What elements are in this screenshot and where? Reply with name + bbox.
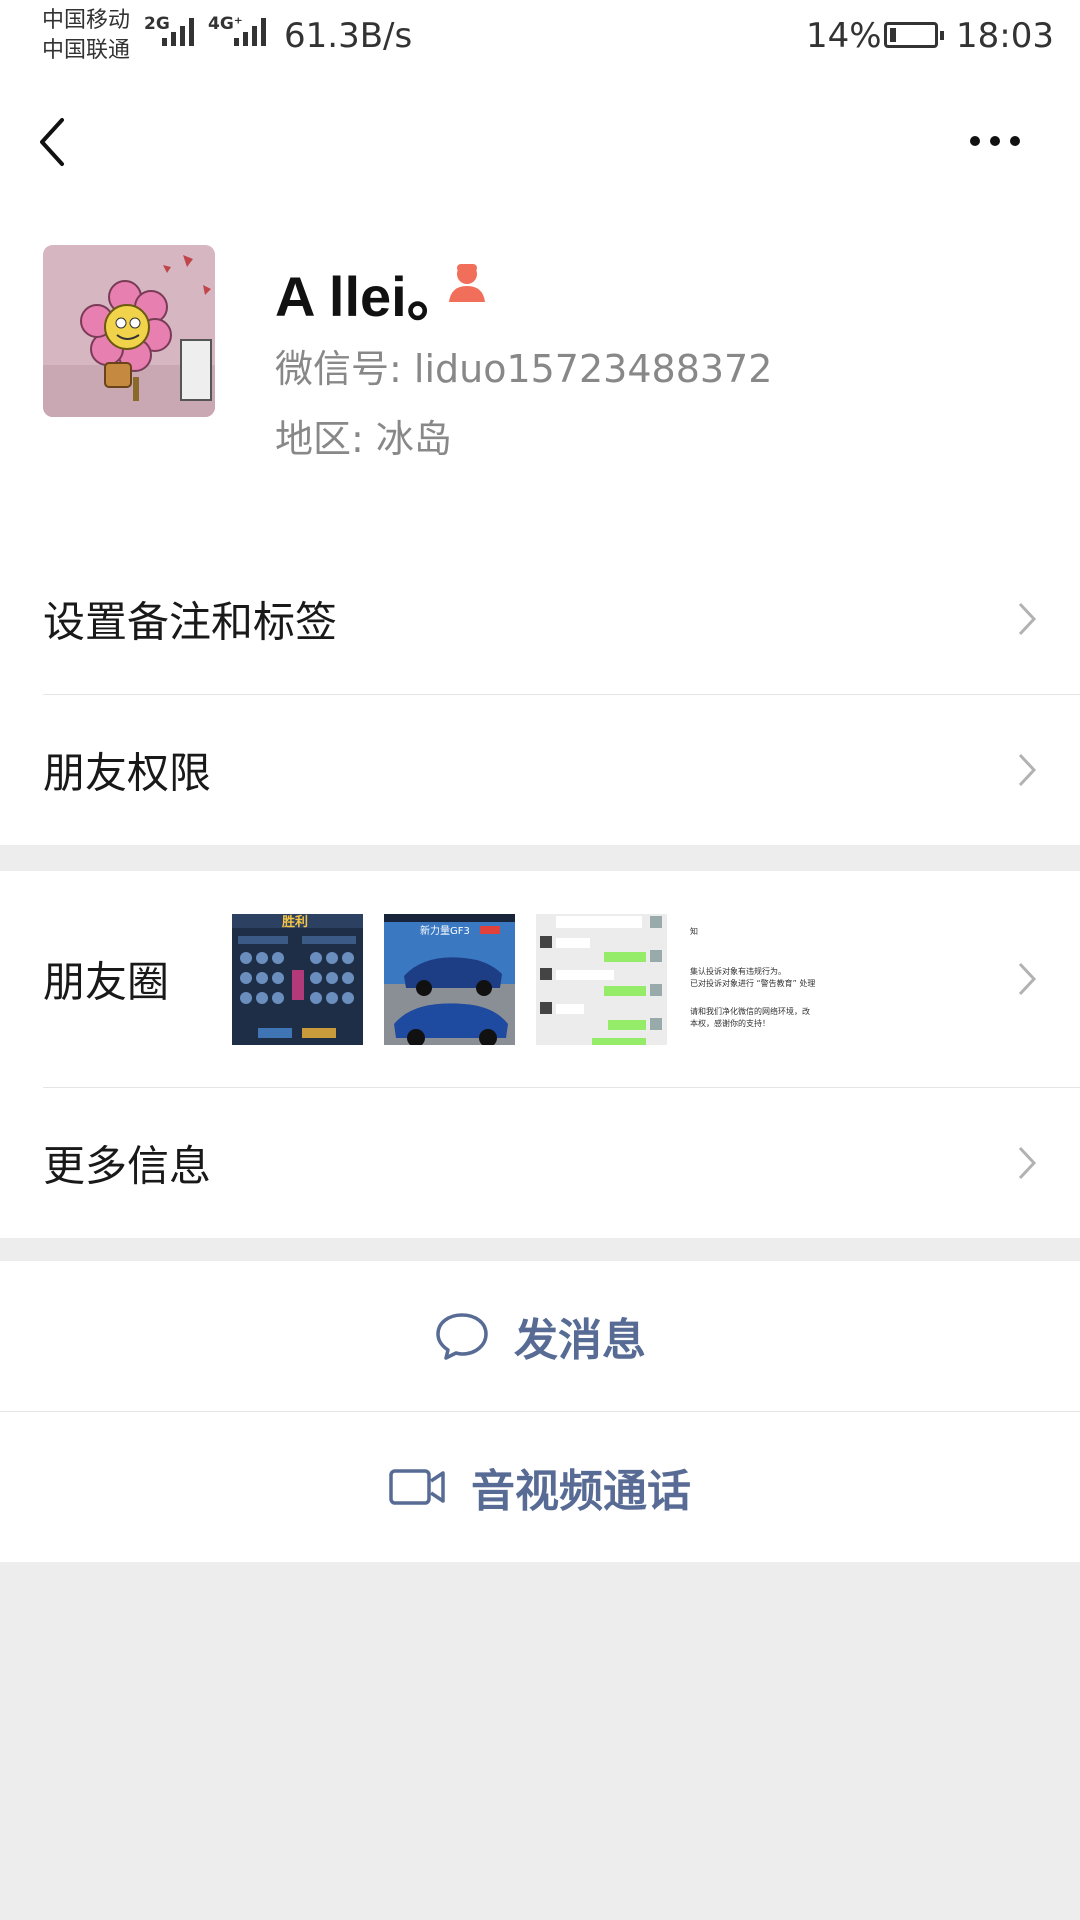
friend-permissions-label: 朋友权限 (43, 748, 212, 798)
info-group: 朋友圈 胜利 新力量GF3 知 集认投诉对象有违规行为。 已对投诉对象进行 “警… (0, 871, 1080, 1238)
chevron-right-icon (1018, 602, 1037, 636)
video-call-button[interactable]: 音视频通话 (0, 1412, 1080, 1562)
moments-thumb-chat[interactable] (536, 914, 667, 1045)
region: 地区: 冰岛 (275, 417, 452, 461)
avatar[interactable] (43, 245, 215, 417)
net-speed: 61.3B/s (284, 16, 413, 56)
moments-thumbnails: 胜利 新力量GF3 知 集认投诉对象有违规行为。 已对投诉对象进行 “警告教育”… (232, 914, 819, 1045)
more-info-row[interactable]: 更多信息 (43, 1087, 1080, 1238)
remark-tags-row[interactable]: 设置备注和标签 (0, 544, 1080, 694)
video-call-label: 音视频通话 (471, 1466, 691, 1517)
signal-bars-1-icon (162, 18, 194, 46)
settings-group: 设置备注和标签 朋友权限 (0, 544, 1080, 845)
remark-tags-label: 设置备注和标签 (43, 597, 338, 647)
thumb-notice-line-5: 本权，感谢你的支持！ (690, 1018, 770, 1028)
carrier-2: 中国联通 (42, 38, 131, 63)
signal-bars-2-icon (234, 18, 266, 46)
moments-label: 朋友圈 (43, 957, 170, 1007)
more-info-label: 更多信息 (43, 1141, 212, 1191)
carrier-labels: 中国移动 中国联通 (42, 6, 130, 66)
moments-thumb-car[interactable]: 新力量GF3 (384, 914, 515, 1045)
moments-thumb-game[interactable]: 胜利 (232, 914, 363, 1045)
thumb-notice-line-4: 请和我们净化微信的网络环境，改 (690, 1006, 810, 1016)
more-options-icon[interactable] (970, 126, 1040, 156)
chevron-right-icon (1018, 962, 1037, 996)
thumb-car-title: 新力量GF3 (420, 924, 470, 937)
battery-percent: 14% (806, 16, 882, 56)
profile-header: A llei。 微信号: liduo15723488372 地区: 冰岛 (0, 76, 1080, 545)
thumb-notice-line-1: 知 (690, 926, 698, 936)
divider (0, 1411, 1080, 1412)
send-message-button[interactable]: 发消息 (0, 1261, 1080, 1411)
wechat-id: 微信号: liduo15723488372 (275, 347, 773, 391)
moments-row[interactable]: 朋友圈 胜利 新力量GF3 知 集认投诉对象有违规行为。 已对投诉对象进行 “警… (0, 871, 1080, 1087)
profile-name: A llei。 (275, 265, 463, 328)
thumb-game-title: 胜利 (282, 914, 308, 930)
battery-icon: ⚡ (884, 22, 944, 48)
female-icon (449, 264, 485, 302)
status-bar: 中国移动 中国联通 2G 4G⁺ 61.3B/s 14% ⚡ 18:03 (0, 0, 1080, 76)
back-arrow-icon[interactable] (30, 112, 80, 172)
friend-permissions-row[interactable]: 朋友权限 (43, 694, 1080, 845)
video-camera-icon (389, 1469, 445, 1505)
moments-thumb-notice[interactable]: 知 集认投诉对象有违规行为。 已对投诉对象进行 “警告教育” 处理 请和我们净化… (688, 914, 819, 1045)
chevron-right-icon (1018, 1146, 1037, 1180)
send-message-label: 发消息 (514, 1315, 646, 1366)
chat-bubble-icon (436, 1313, 488, 1360)
carrier-1: 中国移动 (42, 8, 131, 33)
thumb-notice-line-2: 集认投诉对象有违规行为。 (690, 966, 786, 976)
clock: 18:03 (956, 16, 1054, 56)
chevron-right-icon (1018, 753, 1037, 787)
avatar-flower-image (43, 245, 215, 417)
thumb-notice-line-3: 已对投诉对象进行 “警告教育” 处理 (690, 978, 815, 988)
